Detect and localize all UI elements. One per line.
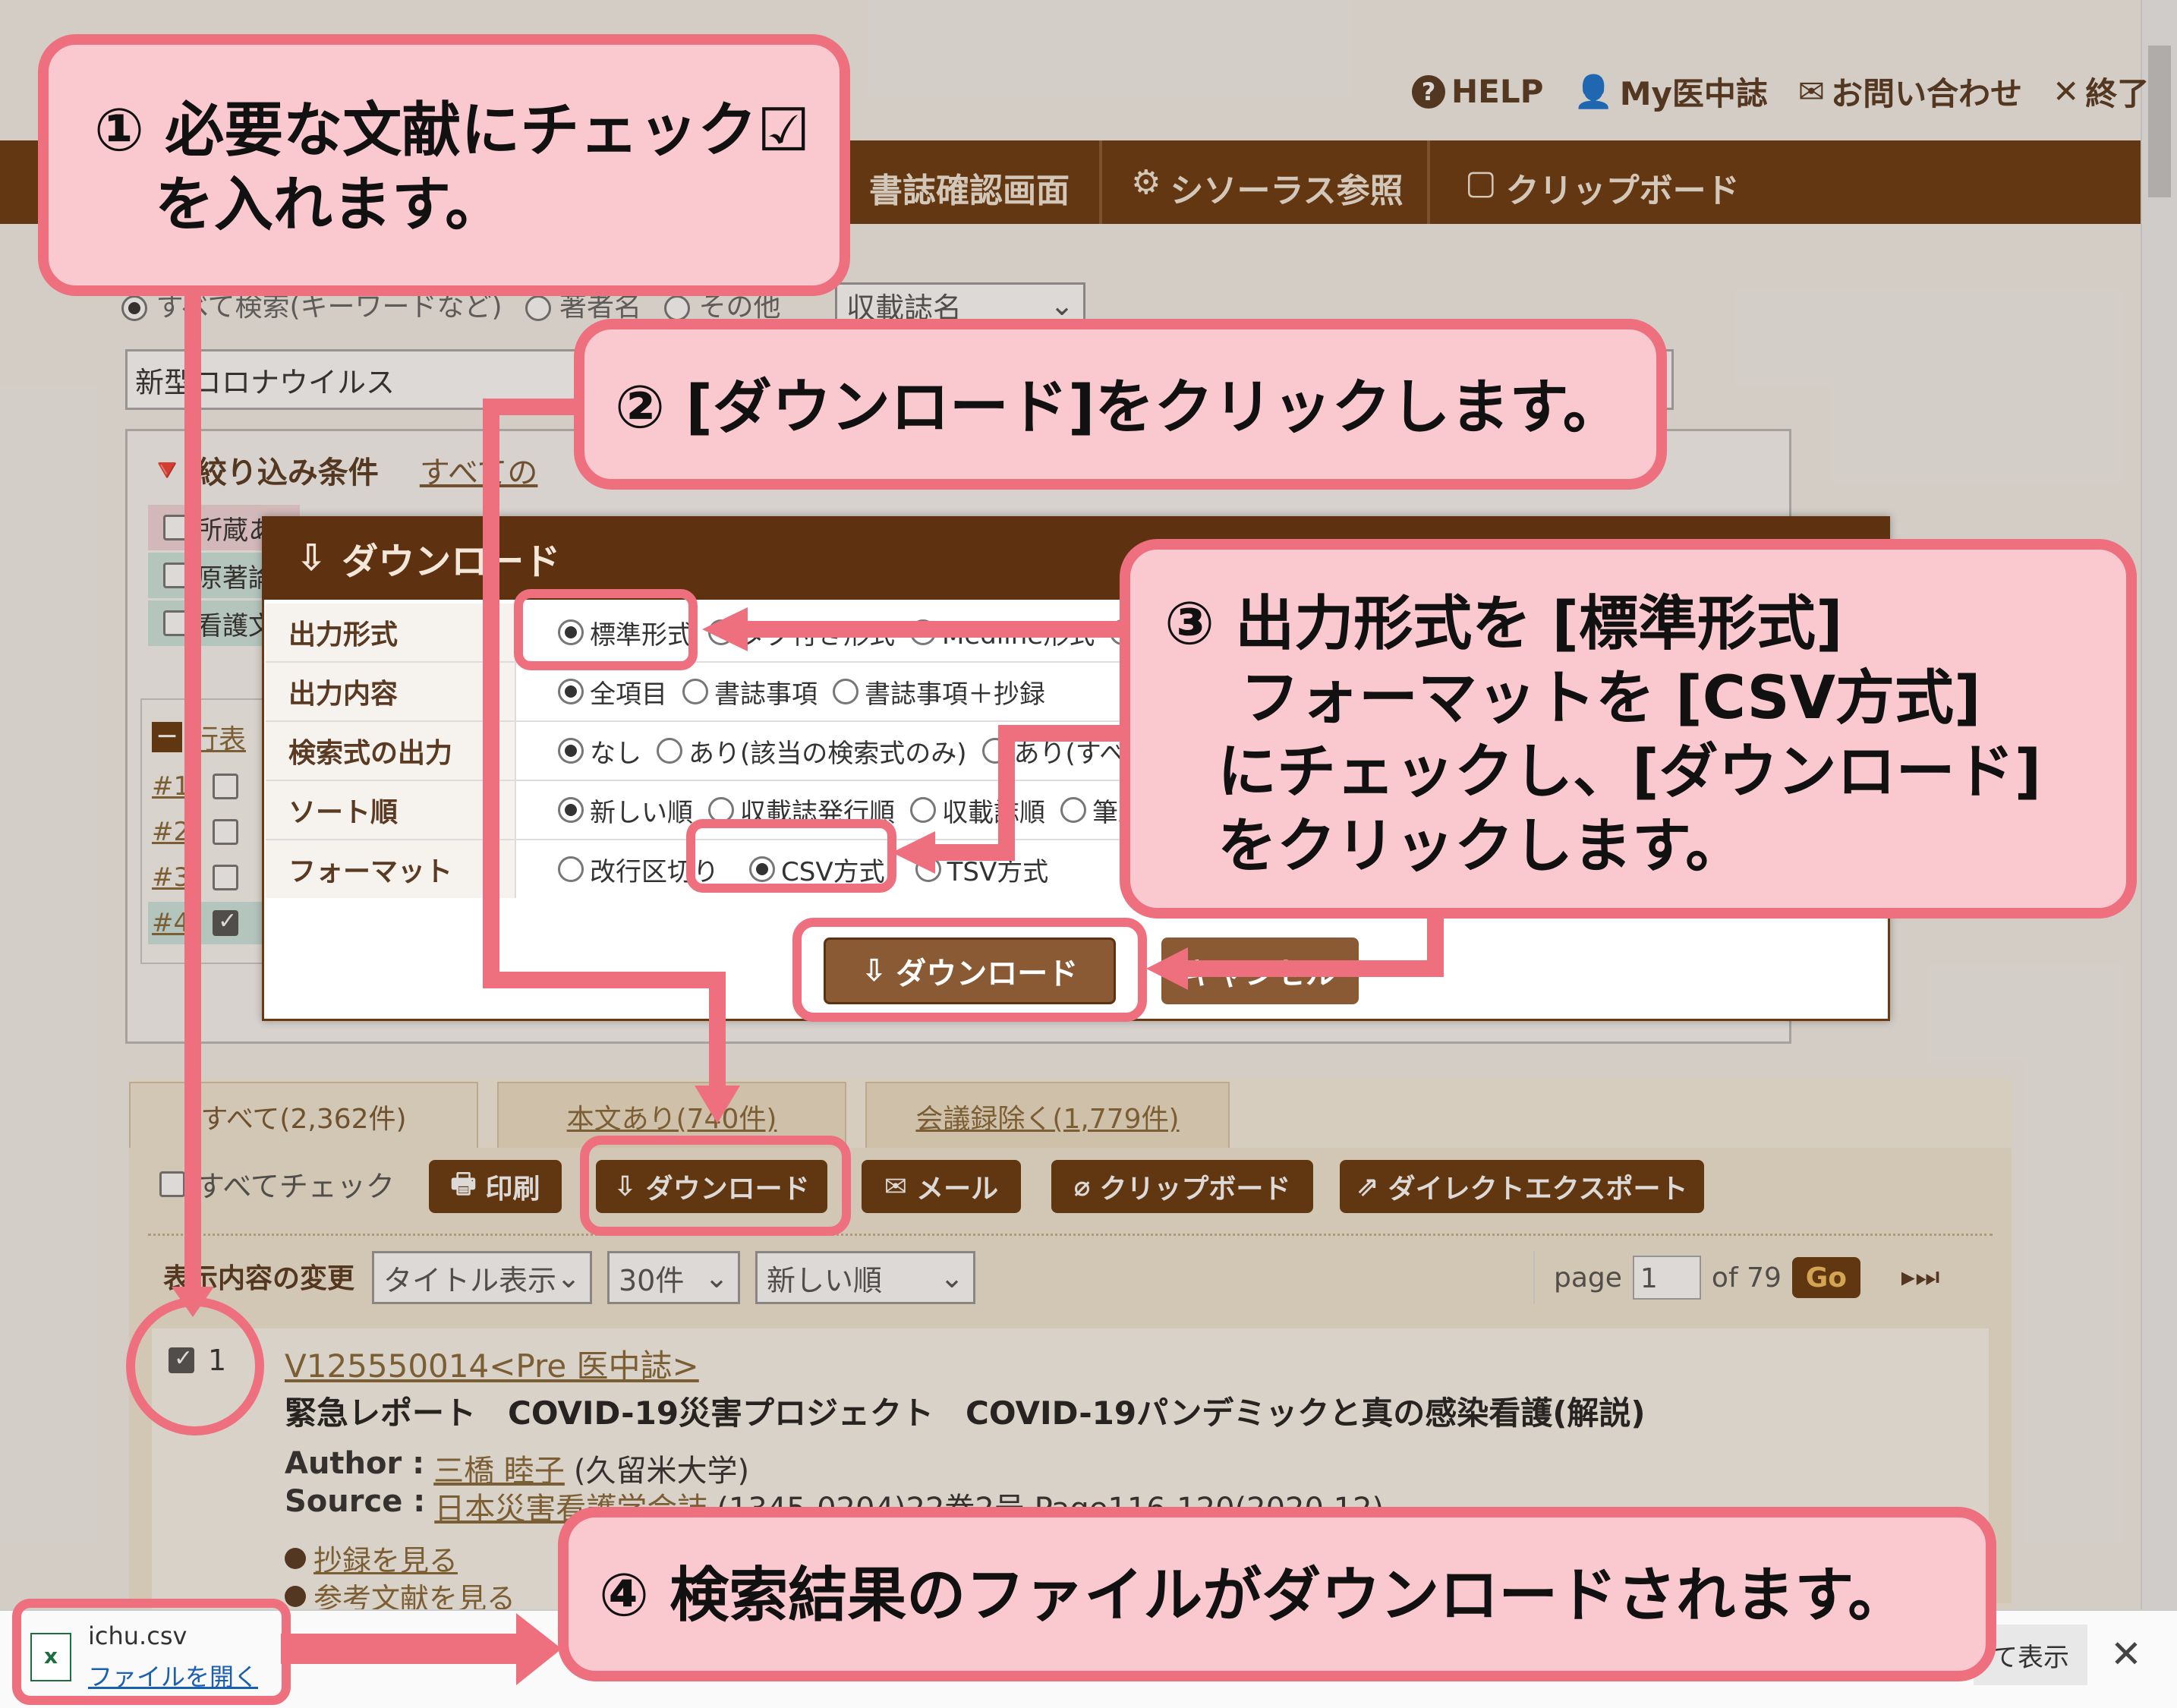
connector-line bbox=[281, 1634, 524, 1664]
connector-line bbox=[998, 725, 1015, 858]
highlight-box bbox=[580, 1136, 851, 1236]
highlight-box bbox=[792, 918, 1147, 1022]
callout-step4: ④ 検索結果のファイルがダウンロードされます。 bbox=[558, 1507, 1996, 1681]
highlight-box bbox=[12, 1599, 291, 1705]
arrow-head bbox=[695, 1086, 740, 1123]
connector-line bbox=[1184, 960, 1444, 977]
connector-line bbox=[709, 972, 726, 1093]
arrow-head bbox=[516, 1613, 562, 1685]
callout-step2: ② [ダウンロード]をクリックします。 bbox=[574, 319, 1667, 490]
connector-line bbox=[483, 399, 499, 983]
highlight-box bbox=[514, 589, 698, 670]
connector-line bbox=[483, 972, 726, 988]
callout-step1: ① 必要な文献にチェック☑ を入れます。 bbox=[38, 34, 850, 296]
connector-line bbox=[926, 844, 1015, 861]
connector-line bbox=[740, 621, 1127, 638]
highlight-circle bbox=[126, 1297, 264, 1435]
connector-line bbox=[184, 288, 201, 1298]
arrow-head bbox=[1146, 947, 1188, 990]
highlight-box bbox=[686, 819, 896, 893]
arrow-head bbox=[702, 607, 748, 651]
callout-step3: ③ 出力形式を [標準形式] フォーマットを [CSV方式] にチェックし、[ダ… bbox=[1120, 539, 2137, 919]
arrow-head bbox=[892, 831, 935, 874]
